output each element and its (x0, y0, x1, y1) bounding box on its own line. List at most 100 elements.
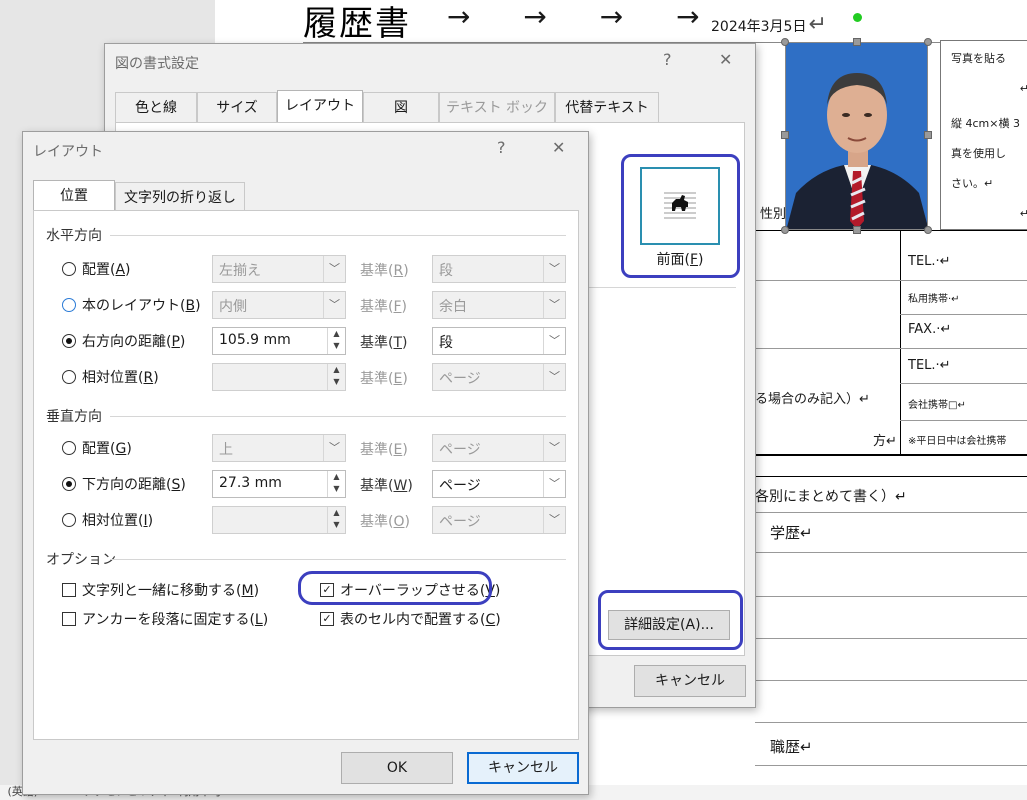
tab-position[interactable]: 位置 (33, 180, 115, 212)
table-rule (900, 314, 1027, 315)
document-title: 履歴書 (303, 4, 411, 44)
relative-to-label: 基準(F) (360, 299, 407, 315)
document-date: 2024年3月5日↵ (711, 12, 827, 37)
tel-label: TEL.·↵ (908, 254, 951, 269)
select-value: ページ (439, 371, 481, 387)
relative-to-select[interactable]: ページ ﹀ (432, 470, 566, 498)
position-value-field: ▲ ▼ (212, 363, 346, 391)
tab-alt-text[interactable]: 代替テキスト (555, 92, 659, 122)
position-value-field: 上 ﹀ (212, 434, 346, 462)
position-value-field[interactable]: 27.3 mm ▲ ▼ (212, 470, 346, 498)
ok-button[interactable]: OK (341, 752, 453, 784)
relative-to-label: 基準(E) (360, 371, 408, 387)
chevron-down-icon: ﹀ (543, 471, 565, 497)
company-mobile-label: 会社携帯□↵ (908, 400, 966, 411)
resize-handle-top-right[interactable] (924, 38, 932, 46)
gender-label: 性別 (760, 207, 787, 222)
field-value: 左揃え (219, 263, 261, 279)
resize-handle-right[interactable] (924, 131, 932, 139)
front-option-highlight (621, 154, 740, 278)
chevron-down-icon: ﹀ (543, 435, 565, 461)
position-radio[interactable]: 相対位置(R) (62, 367, 159, 387)
relative-to-label: 基準(W) (360, 478, 413, 494)
move-with-text-checkbox[interactable]: 文字列と一緒に移動する(M) (62, 580, 259, 600)
chevron-down-icon: ﹀ (543, 256, 565, 282)
radio-button (62, 513, 76, 527)
select-value: 段 (439, 263, 453, 279)
tab-colors-lines[interactable]: 色と線 (115, 92, 197, 122)
layout-cancel-button[interactable]: キャンセル (467, 752, 579, 784)
table-rule (755, 230, 1027, 231)
checkbox-box (62, 612, 76, 626)
radio-button (62, 334, 76, 348)
advanced-button-highlight (598, 590, 743, 650)
select-value: ページ (439, 442, 481, 458)
spinner-icon[interactable]: ▲ ▼ (327, 471, 345, 497)
radio-label: 右方向の距離(P) (82, 334, 186, 350)
table-rule (755, 476, 1027, 477)
relative-to-select[interactable]: 段 ﹀ (432, 327, 566, 355)
chevron-down-icon: ﹀ (323, 435, 345, 461)
relative-to-select: ページ ﹀ (432, 363, 566, 391)
resize-handle-left[interactable] (781, 131, 789, 139)
table-rule (755, 348, 1027, 349)
position-radio[interactable]: 配置(A) (62, 259, 131, 279)
field-value: 27.3 mm (219, 475, 282, 491)
divider (110, 416, 566, 417)
format-cancel-button[interactable]: キャンセル (634, 665, 746, 697)
select-value: ページ (439, 514, 481, 530)
dialog-title: レイアウト (33, 144, 103, 160)
tab-picture[interactable]: 図 (363, 92, 439, 122)
help-button[interactable]: ? (497, 138, 506, 157)
layout-dialog[interactable]: レイアウト ? ✕ 位置 文字列の折り返し 水平方向 配置(A) 左揃え ﹀ 基… (22, 131, 589, 795)
relative-to-label: 基準(R) (360, 263, 409, 279)
resize-handle-bottom-right[interactable] (924, 226, 932, 234)
position-radio[interactable]: 下方向の距離(S) (62, 474, 186, 494)
field-value: 内側 (219, 299, 247, 315)
position-radio[interactable]: 右方向の距離(P) (62, 331, 185, 351)
resize-handle-top[interactable] (853, 38, 861, 46)
table-rule (755, 596, 1027, 597)
photo-note-line: さい。↵ (951, 177, 994, 190)
select-value: 余白 (439, 299, 467, 315)
spinner-icon[interactable]: ▲ ▼ (327, 328, 345, 354)
portrait-photo[interactable] (785, 42, 928, 230)
tab-size[interactable]: サイズ (197, 92, 277, 122)
checkbox-label: 文字列と一緒に移動する(M) (82, 583, 260, 599)
radio-button (62, 298, 76, 312)
position-radio[interactable]: 相対位置(I) (62, 510, 153, 530)
tab-text-wrapping[interactable]: 文字列の折り返し (115, 182, 245, 212)
lock-anchor-checkbox[interactable]: アンカーを段落に固定する(L) (62, 609, 268, 629)
radio-button (62, 370, 76, 384)
close-icon[interactable]: ✕ (719, 50, 732, 69)
field-value: 上 (219, 442, 233, 458)
select-value: 段 (439, 335, 453, 351)
radio-label: 配置(G) (82, 441, 132, 457)
checkbox-label: アンカーを段落に固定する(L) (82, 612, 269, 628)
checkbox-label: 表のセル内で配置する(C) (340, 612, 501, 628)
position-radio[interactable]: 配置(G) (62, 438, 132, 458)
radio-button (62, 441, 76, 455)
resize-handle-bottom-left[interactable] (781, 226, 789, 234)
table-rule (755, 454, 1027, 456)
position-value-field[interactable]: 105.9 mm ▲ ▼ (212, 327, 346, 355)
field-value: 105.9 mm (219, 332, 291, 348)
photo-note-line: ↵ (1019, 207, 1027, 220)
layout-in-cell-checkbox[interactable]: ✓ 表のセル内で配置する(C) (320, 609, 501, 629)
radio-label: 相対位置(R) (82, 370, 159, 386)
table-rule (755, 280, 1027, 281)
rotate-handle[interactable] (853, 13, 862, 22)
chevron-down-icon: ﹀ (543, 292, 565, 318)
history-note: 各別にまとめて書く）↵ (755, 489, 907, 505)
radio-label: 相対位置(I) (82, 513, 154, 529)
resize-handle-top-left[interactable] (781, 38, 789, 46)
table-rule (900, 383, 1027, 384)
tab-text-box: テキスト ボックス (439, 92, 555, 146)
help-button[interactable]: ? (663, 50, 672, 69)
photo-instruction-box: 写真を貼る ↵ 縦 4cm×横 3 真を使用し さい。↵ ↵ (940, 40, 1027, 230)
resize-handle-bottom[interactable] (853, 226, 861, 234)
close-icon[interactable]: ✕ (552, 138, 565, 157)
position-radio[interactable]: 本のレイアウト(B) (62, 295, 201, 315)
divider (110, 235, 566, 236)
tab-layout[interactable]: レイアウト (277, 90, 363, 122)
